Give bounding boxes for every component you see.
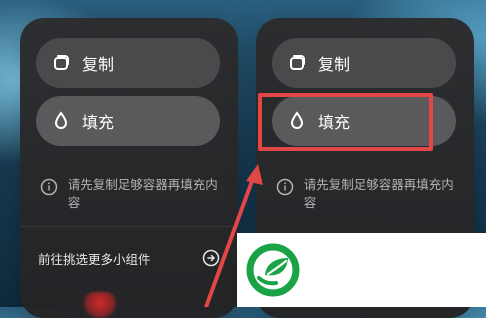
logo-box [237,233,486,307]
red-blob [82,292,118,318]
leaf-logo [246,243,300,297]
